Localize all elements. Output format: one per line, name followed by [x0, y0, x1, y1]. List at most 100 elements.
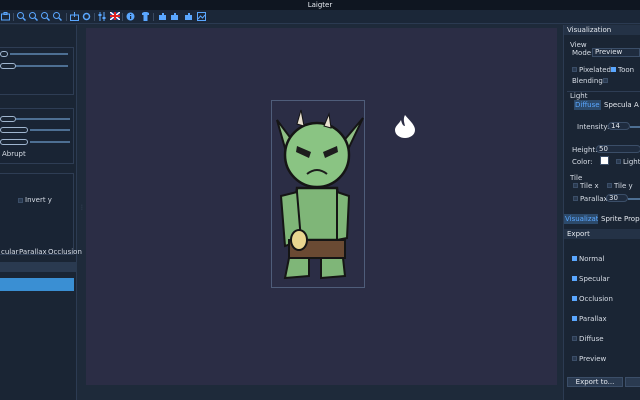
tab-sprite-properties[interactable]: Sprite Propert — [600, 214, 640, 224]
zoom-reset-icon[interactable] — [53, 12, 63, 22]
intensity-value: 14 — [611, 122, 620, 130]
tile-y-checkbox[interactable] — [607, 183, 612, 188]
slider-handle[interactable] — [0, 139, 28, 145]
right-panel: Visualization View Mode: Preview Pixelat… — [563, 25, 640, 400]
toolbar-separator — [66, 13, 67, 21]
export-options-button[interactable] — [625, 377, 640, 387]
blending-label: Blending: — [572, 77, 606, 85]
toolbar-separator — [122, 13, 123, 21]
export-label-preview[interactable]: Preview — [579, 355, 606, 363]
tile-x-checkbox[interactable] — [573, 183, 578, 188]
light-label: Light — [570, 92, 588, 100]
intensity-label: Intensity: — [577, 123, 610, 131]
parallax-label[interactable]: Parallax — [580, 195, 608, 203]
mode-value: Preview — [595, 48, 623, 56]
mode-label: Mode: — [572, 49, 594, 57]
height-spinbox[interactable]: 50 — [596, 145, 640, 153]
export-checkbox-preview[interactable] — [572, 356, 577, 361]
height-label: Height: — [572, 146, 598, 154]
color-label: Color: — [572, 158, 593, 166]
slider-track[interactable] — [10, 53, 68, 55]
intensity-spinbox[interactable]: 14 — [608, 122, 630, 130]
toolbar-separator — [13, 13, 14, 21]
tab-diffuse[interactable]: Diffuse — [574, 100, 601, 110]
toon-checkbox[interactable] — [611, 67, 616, 72]
language-flag-icon[interactable] — [109, 11, 121, 21]
tab-parallax[interactable]: Parallax — [18, 247, 48, 257]
tile-label: Tile — [570, 174, 583, 182]
light-source-icon[interactable] — [394, 114, 416, 138]
parallax-slider[interactable] — [628, 198, 640, 200]
open-icon[interactable] — [1, 12, 10, 21]
window-title-bar: Laigter — [0, 0, 640, 10]
tab-specular[interactable]: cular — [0, 247, 19, 257]
export-header: Export — [564, 229, 640, 239]
slider-track[interactable] — [30, 141, 70, 143]
tile-y-label[interactable]: Tile y — [614, 182, 633, 190]
toon-label[interactable]: Toon — [618, 66, 634, 74]
blending-checkbox[interactable] — [603, 78, 608, 83]
window-title: Laigter — [307, 1, 333, 9]
zoom-out-icon[interactable] — [29, 12, 39, 22]
zoom-fit-icon[interactable] — [41, 12, 51, 22]
plugin-icon[interactable] — [158, 12, 167, 21]
settings-icon[interactable] — [82, 12, 91, 21]
splitter-handle[interactable]: ⋮ — [79, 204, 85, 211]
export-label-specular[interactable]: Specular — [579, 275, 610, 283]
slider-handle[interactable] — [0, 116, 16, 122]
pixelated-label[interactable]: Pixelated — [579, 66, 611, 74]
export-icon[interactable] — [70, 12, 79, 21]
slider-track[interactable] — [30, 129, 70, 131]
slider-handle[interactable] — [0, 63, 16, 69]
export-label-diffuse[interactable]: Diffuse — [579, 335, 604, 343]
sliders-icon[interactable] — [98, 12, 107, 21]
left-tab-strip — [0, 262, 77, 272]
left-panel: Abrupt Invert y cular Parallax Occlusion — [0, 25, 82, 400]
toolbar-separator — [153, 13, 154, 21]
plugin-2-icon[interactable] — [170, 12, 179, 21]
left-group-3: Invert y — [0, 173, 74, 255]
parallax-spinbox[interactable]: 30 — [606, 194, 628, 202]
export-label-normal[interactable]: Normal — [579, 255, 604, 263]
export-label-parallax[interactable]: Parallax — [579, 315, 607, 323]
goblin-sprite — [276, 109, 364, 280]
export-checkbox-normal[interactable] — [572, 256, 577, 261]
slider-track[interactable] — [16, 118, 70, 120]
invert-y-checkbox[interactable] — [18, 198, 23, 203]
tab-occlusion[interactable]: Occlusion — [47, 247, 83, 257]
export-label-occlusion[interactable]: Occlusion — [579, 295, 613, 303]
tab-specular[interactable]: Specular — [603, 100, 631, 110]
pixelated-checkbox[interactable] — [572, 67, 577, 72]
abrupt-label: Abrupt — [2, 150, 26, 158]
export-checkbox-diffuse[interactable] — [572, 336, 577, 341]
tile-x-label[interactable]: Tile x — [580, 182, 599, 190]
lighten-label[interactable]: Lighte — [623, 158, 640, 166]
plugin-3-icon[interactable] — [184, 12, 193, 21]
view-label: View — [570, 41, 587, 49]
tab-visualization[interactable]: Visualizat. — [564, 214, 598, 224]
export-to-button[interactable]: Export to... — [567, 377, 623, 387]
slider-handle[interactable] — [0, 51, 8, 57]
parallax-checkbox[interactable] — [573, 196, 578, 201]
visualization-title: Visualization — [567, 26, 612, 34]
mode-select[interactable]: Preview — [592, 48, 640, 57]
selected-list-item[interactable] — [0, 278, 74, 291]
height-value: 50 — [599, 145, 608, 153]
intensity-slider[interactable] — [630, 126, 640, 128]
color-swatch[interactable] — [600, 156, 609, 165]
slider-track[interactable] — [10, 65, 68, 67]
invert-y-label[interactable]: Invert y — [25, 196, 52, 204]
toolbar — [0, 10, 640, 24]
export-checkbox-specular[interactable] — [572, 276, 577, 281]
slider-handle[interactable] — [0, 127, 28, 133]
shirt-icon[interactable] — [141, 12, 150, 21]
info-icon[interactable] — [126, 12, 135, 21]
export-to-label: Export to... — [575, 378, 615, 386]
lighten-checkbox[interactable] — [616, 159, 621, 164]
export-checkbox-parallax[interactable] — [572, 316, 577, 321]
export-checkbox-occlusion[interactable] — [572, 296, 577, 301]
zoom-in-icon[interactable] — [17, 12, 27, 22]
left-group-2: Abrupt — [0, 108, 74, 164]
tab-ambient[interactable]: A — [633, 100, 640, 110]
image-icon[interactable] — [197, 12, 206, 21]
